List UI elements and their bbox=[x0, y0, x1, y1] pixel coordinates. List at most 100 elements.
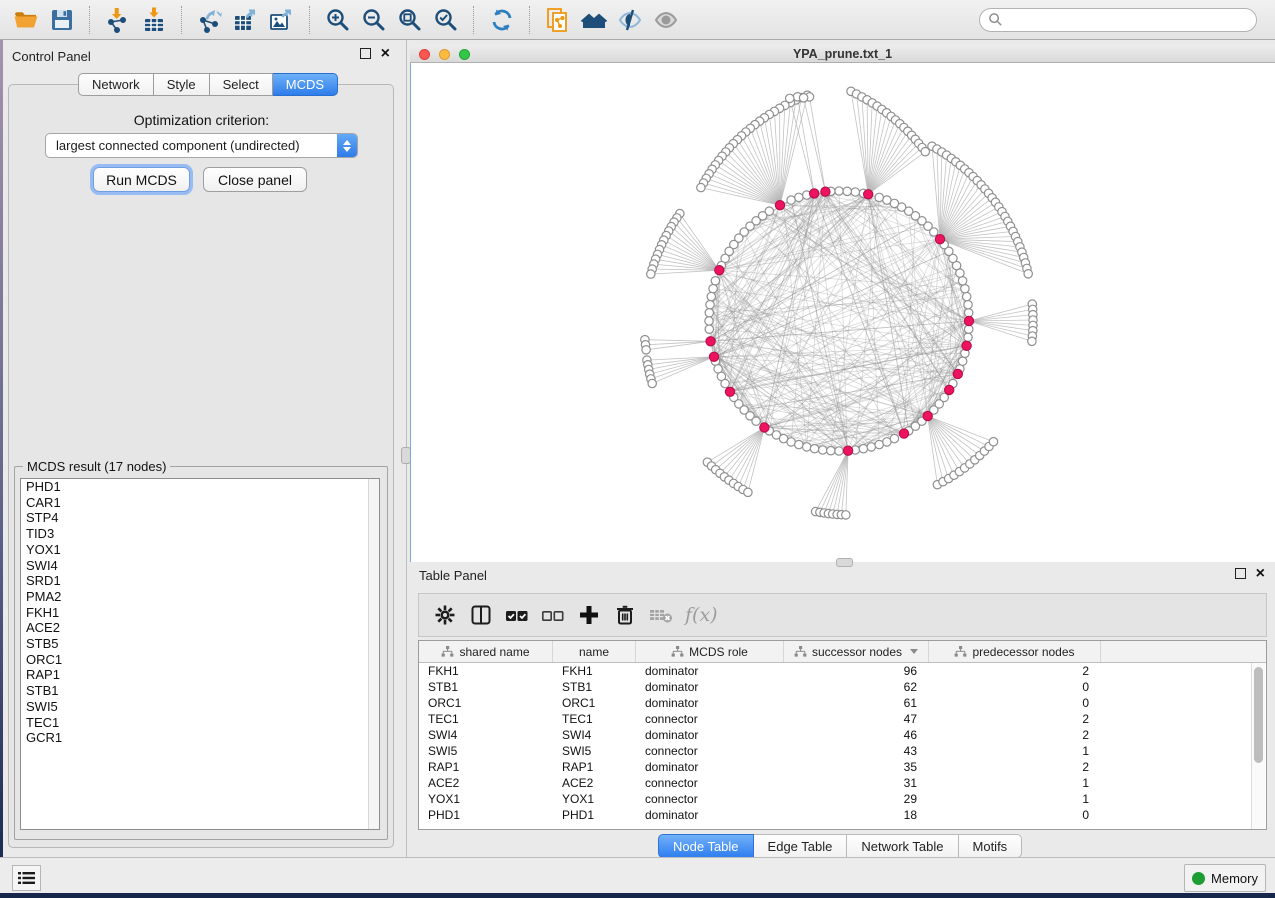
delete-entry-icon[interactable] bbox=[609, 598, 641, 632]
table-panel: Table Panel × bbox=[410, 562, 1275, 857]
table-cell-mcds-role: connector bbox=[636, 712, 784, 726]
column-header-shared-name[interactable]: shared name bbox=[419, 641, 553, 662]
table-row[interactable]: PHD1PHD1dominator180 bbox=[419, 807, 1266, 823]
duplicate-network-icon[interactable] bbox=[540, 4, 576, 36]
table-header-row: shared name name MCDS role successor nod… bbox=[419, 641, 1266, 663]
zoom-selected-icon[interactable] bbox=[428, 4, 464, 36]
table-cell-shared-name: FKH1 bbox=[419, 664, 553, 678]
mcds-result-item[interactable]: STB5 bbox=[21, 636, 379, 652]
table-scrollbar-thumb[interactable] bbox=[1254, 667, 1263, 763]
mcds-result-item[interactable]: RAP1 bbox=[21, 667, 379, 683]
save-session-icon[interactable] bbox=[44, 4, 80, 36]
table-cell-name: TEC1 bbox=[553, 712, 636, 726]
column-header-name[interactable]: name bbox=[553, 641, 636, 662]
float-table-panel-icon[interactable] bbox=[1235, 568, 1246, 579]
hide-selected-icon[interactable] bbox=[612, 4, 648, 36]
mcds-result-item[interactable]: SRD1 bbox=[21, 573, 379, 589]
table-cell-predecessor-nodes: 1 bbox=[929, 792, 1101, 806]
search-field[interactable] bbox=[979, 8, 1257, 32]
mcds-result-item[interactable]: PMA2 bbox=[21, 589, 379, 605]
tab-style[interactable]: Style bbox=[154, 73, 210, 96]
vertical-splitter[interactable] bbox=[400, 40, 410, 857]
export-image-icon[interactable] bbox=[264, 4, 300, 36]
tab-network[interactable]: Network bbox=[78, 73, 154, 96]
close-panel-button[interactable]: Close panel bbox=[203, 167, 307, 192]
tab-motifs[interactable]: Motifs bbox=[959, 834, 1023, 858]
tab-edge-table[interactable]: Edge Table bbox=[754, 834, 848, 858]
table-row[interactable]: ORC1ORC1dominator610 bbox=[419, 695, 1266, 711]
zoom-out-icon[interactable] bbox=[356, 4, 392, 36]
table-row[interactable]: TEC1TEC1connector472 bbox=[419, 711, 1266, 727]
mcds-result-item[interactable]: TEC1 bbox=[21, 715, 379, 731]
tab-mcds[interactable]: MCDS bbox=[273, 73, 338, 96]
table-row[interactable]: FKH1FKH1dominator962 bbox=[419, 663, 1266, 679]
mcds-result-item[interactable]: SWI4 bbox=[21, 558, 379, 574]
mcds-result-item[interactable]: TID3 bbox=[21, 526, 379, 542]
refresh-network-icon[interactable] bbox=[484, 4, 520, 36]
tab-node-table[interactable]: Node Table bbox=[658, 834, 754, 858]
table-cell-mcds-role: connector bbox=[636, 792, 784, 806]
criterion-dropdown[interactable]: largest connected component (undirected) bbox=[45, 133, 358, 158]
import-table-icon[interactable] bbox=[136, 4, 172, 36]
export-table-icon[interactable] bbox=[228, 4, 264, 36]
mcds-result-list[interactable]: PHD1CAR1STP4TID3YOX1SWI4SRD1PMA2FKH1ACE2… bbox=[20, 478, 380, 830]
memory-button[interactable]: Memory bbox=[1184, 864, 1266, 892]
column-header-successor-nodes[interactable]: successor nodes bbox=[784, 641, 929, 662]
close-panel-icon[interactable]: × bbox=[381, 49, 390, 59]
open-file-icon[interactable] bbox=[8, 4, 44, 36]
zoom-in-icon[interactable] bbox=[320, 4, 356, 36]
table-row[interactable]: RAP1RAP1dominator352 bbox=[419, 759, 1266, 775]
first-neighbors-icon[interactable] bbox=[576, 4, 612, 36]
table-cell-mcds-role: dominator bbox=[636, 680, 784, 694]
namespace-icon bbox=[954, 646, 967, 657]
mcds-result-item[interactable]: YOX1 bbox=[21, 542, 379, 558]
mcds-result-item[interactable]: GCR1 bbox=[21, 730, 379, 746]
close-table-panel-icon[interactable]: × bbox=[1256, 569, 1265, 579]
function-builder-icon[interactable]: f(x) bbox=[685, 604, 718, 626]
table-row[interactable]: ACE2ACE2connector311 bbox=[419, 775, 1266, 791]
zoom-fit-icon[interactable] bbox=[392, 4, 428, 36]
table-settings-icon[interactable] bbox=[429, 598, 461, 632]
mcds-result-item[interactable]: STP4 bbox=[21, 510, 379, 526]
task-history-button[interactable] bbox=[12, 865, 41, 891]
mcds-result-item[interactable]: FKH1 bbox=[21, 605, 379, 621]
table-cell-predecessor-nodes: 2 bbox=[929, 728, 1101, 742]
float-panel-icon[interactable] bbox=[360, 48, 371, 59]
tab-select[interactable]: Select bbox=[210, 73, 273, 96]
column-header-predecessor-nodes[interactable]: predecessor nodes bbox=[929, 641, 1101, 662]
table-cell-name: SWI5 bbox=[553, 744, 636, 758]
mcds-list-scrollbar[interactable] bbox=[368, 479, 379, 829]
network-window-titlebar[interactable]: YPA_prune.txt_1 bbox=[410, 45, 1275, 63]
delete-table-icon[interactable] bbox=[645, 598, 677, 632]
node-table: shared name name MCDS role successor nod… bbox=[418, 640, 1267, 830]
mcds-result-item[interactable]: STB1 bbox=[21, 683, 379, 699]
horizontal-splitter-handle[interactable] bbox=[836, 558, 853, 567]
table-row[interactable]: SWI5SWI5connector431 bbox=[419, 743, 1266, 759]
split-panel-icon[interactable] bbox=[465, 598, 497, 632]
table-row[interactable]: YOX1YOX1connector291 bbox=[419, 791, 1266, 807]
show-all-icon[interactable] bbox=[648, 4, 684, 36]
network-window-title: YPA_prune.txt_1 bbox=[410, 47, 1275, 61]
table-scrollbar[interactable] bbox=[1251, 663, 1265, 829]
mcds-result-item[interactable]: ACE2 bbox=[21, 620, 379, 636]
table-cell-successor-nodes: 62 bbox=[784, 680, 929, 694]
table-cell-successor-nodes: 35 bbox=[784, 760, 929, 774]
mcds-result-item[interactable]: PHD1 bbox=[21, 479, 379, 495]
search-input[interactable] bbox=[1003, 12, 1248, 28]
deselect-all-icon[interactable] bbox=[537, 598, 569, 632]
column-header-mcds-role[interactable]: MCDS role bbox=[636, 641, 784, 662]
network-canvas[interactable] bbox=[410, 63, 1275, 562]
mcds-result-item[interactable]: ORC1 bbox=[21, 652, 379, 668]
export-network-icon[interactable] bbox=[192, 4, 228, 36]
table-row[interactable]: STB1STB1dominator620 bbox=[419, 679, 1266, 695]
select-all-icon[interactable] bbox=[501, 598, 533, 632]
mcds-result-item[interactable]: CAR1 bbox=[21, 495, 379, 511]
add-entry-icon[interactable] bbox=[573, 598, 605, 632]
table-cell-mcds-role: dominator bbox=[636, 664, 784, 678]
table-row[interactable]: SWI4SWI4dominator462 bbox=[419, 727, 1266, 743]
mcds-result-item[interactable]: SWI5 bbox=[21, 699, 379, 715]
run-mcds-button[interactable]: Run MCDS bbox=[93, 167, 190, 192]
tab-network-table[interactable]: Network Table bbox=[847, 834, 958, 858]
table-panel-title: Table Panel bbox=[419, 568, 487, 583]
import-network-icon[interactable] bbox=[100, 4, 136, 36]
